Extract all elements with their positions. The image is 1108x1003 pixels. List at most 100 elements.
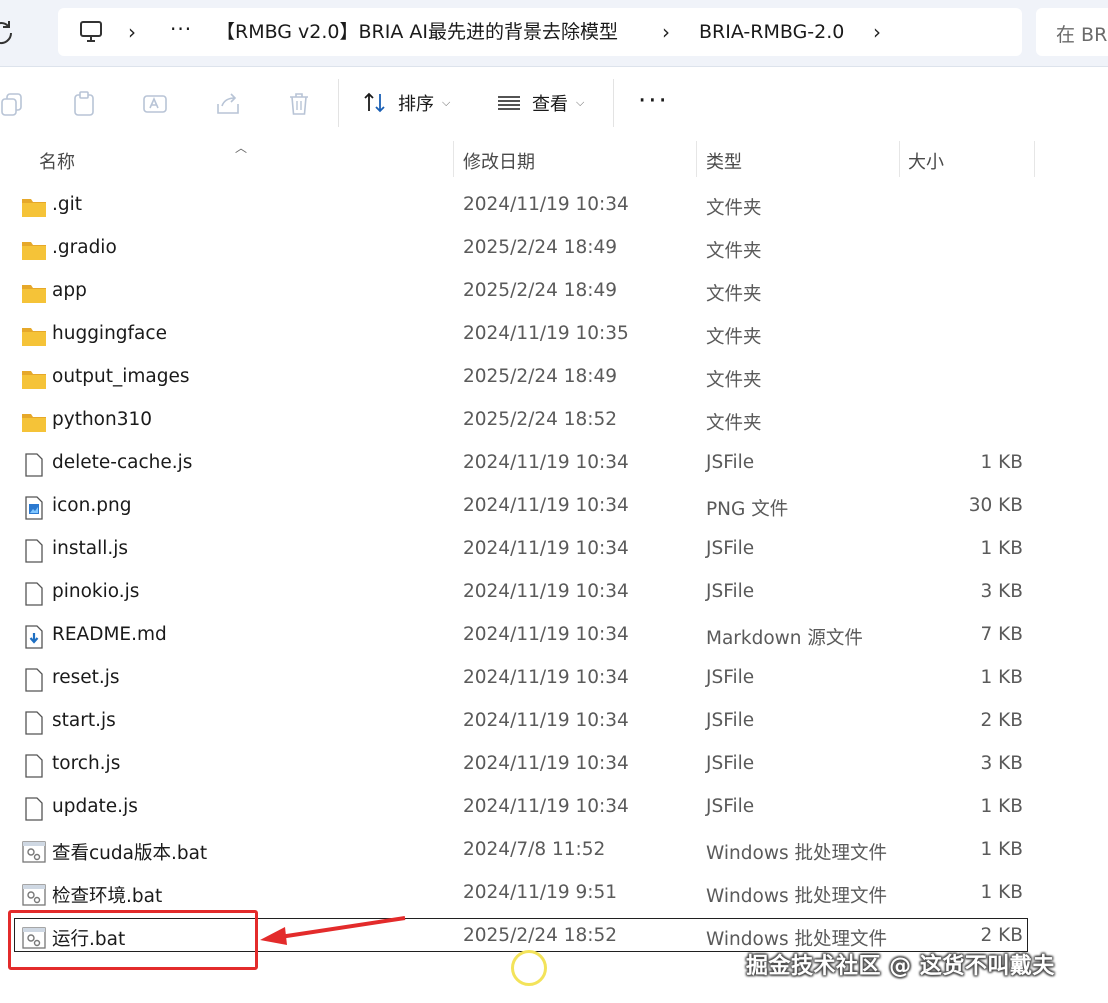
file-modified-date: 2024/11/19 10:34 bbox=[463, 495, 629, 516]
refresh-icon[interactable] bbox=[0, 18, 16, 48]
file-type: Windows 批处理文件 bbox=[706, 843, 887, 864]
file-icon bbox=[21, 797, 47, 821]
copy-icon[interactable] bbox=[0, 90, 28, 118]
column-header-name[interactable]: 名称 bbox=[39, 148, 75, 174]
breadcrumb[interactable]: › ··· 【RMBG v2.0】BRIA AI最先进的背景去除模型 › BRI… bbox=[58, 8, 1022, 56]
file-row[interactable]: app 2025/2/24 18:49 文件夹 bbox=[0, 271, 1108, 314]
file-type: JSFile bbox=[706, 710, 755, 731]
file-icon bbox=[21, 711, 47, 735]
image-file-icon bbox=[21, 496, 47, 520]
markdown-file-icon bbox=[21, 625, 47, 649]
file-name[interactable]: .gradio bbox=[52, 237, 117, 258]
file-name[interactable]: .git bbox=[52, 194, 82, 215]
breadcrumb-item[interactable]: 【RMBG v2.0】BRIA AI最先进的背景去除模型 bbox=[216, 19, 618, 45]
file-row[interactable]: install.js 2024/11/19 10:34 JSFile 1 KB bbox=[0, 529, 1108, 572]
file-row[interactable]: output_images 2025/2/24 18:49 文件夹 bbox=[0, 357, 1108, 400]
breadcrumb-overflow-button[interactable]: ··· bbox=[170, 17, 192, 41]
file-icon bbox=[21, 453, 47, 477]
file-name[interactable]: icon.png bbox=[52, 495, 131, 516]
view-button[interactable]: 查看 ⌵ bbox=[496, 85, 584, 121]
file-row[interactable]: reset.js 2024/11/19 10:34 JSFile 1 KB bbox=[0, 658, 1108, 701]
file-row[interactable]: pinokio.js 2024/11/19 10:34 JSFile 3 KB bbox=[0, 572, 1108, 615]
file-name[interactable]: app bbox=[52, 280, 87, 301]
chevron-right-icon[interactable]: › bbox=[128, 20, 136, 44]
breadcrumb-item-current[interactable]: BRIA-RMBG-2.0 bbox=[699, 19, 844, 45]
file-row[interactable]: python310 2025/2/24 18:52 文件夹 bbox=[0, 400, 1108, 443]
column-divider[interactable] bbox=[899, 141, 900, 177]
file-row[interactable]: delete-cache.js 2024/11/19 10:34 JSFile 1 K… bbox=[0, 443, 1108, 486]
column-divider[interactable] bbox=[696, 141, 697, 177]
file-type: 文件夹 bbox=[706, 327, 762, 348]
file-size: 30 KB bbox=[968, 495, 1023, 516]
file-row[interactable]: torch.js 2024/11/19 10:34 JSFile 3 KB bbox=[0, 744, 1108, 787]
file-size: 1 KB bbox=[980, 538, 1023, 559]
file-name[interactable]: README.md bbox=[52, 624, 167, 645]
file-size: 1 KB bbox=[980, 882, 1023, 903]
sort-ascending-icon: ︿ bbox=[235, 141, 248, 155]
column-divider[interactable] bbox=[453, 141, 454, 177]
file-modified-date: 2024/11/19 10:35 bbox=[463, 323, 629, 344]
file-modified-date: 2024/11/19 10:34 bbox=[463, 194, 629, 215]
file-row[interactable]: 查看cuda版本.bat 2024/7/8 11:52 Windows 批处理文件 1… bbox=[0, 830, 1108, 873]
file-name[interactable]: torch.js bbox=[52, 753, 120, 774]
chevron-right-icon[interactable]: › bbox=[662, 20, 670, 44]
file-type: 文件夹 bbox=[706, 370, 762, 391]
file-row[interactable]: README.md 2024/11/19 10:34 Markdown 源文件 7 K… bbox=[0, 615, 1108, 658]
file-name[interactable]: 查看cuda版本.bat bbox=[52, 839, 207, 865]
file-row[interactable]: start.js 2024/11/19 10:34 JSFile 2 KB bbox=[0, 701, 1108, 744]
file-modified-date: 2024/11/19 10:34 bbox=[463, 710, 629, 731]
annotation-arrow bbox=[260, 916, 406, 945]
file-modified-date: 2024/11/19 10:34 bbox=[463, 538, 629, 559]
file-size: 1 KB bbox=[980, 796, 1023, 817]
file-name[interactable]: delete-cache.js bbox=[52, 452, 192, 473]
column-header-row: ︿ 名称 修改日期 类型 大小 bbox=[0, 139, 1108, 179]
search-input[interactable]: 在 BRI bbox=[1036, 8, 1108, 56]
file-name[interactable]: output_images bbox=[52, 366, 190, 387]
column-header-size[interactable]: 大小 bbox=[908, 148, 944, 174]
file-type: Markdown 源文件 bbox=[706, 628, 863, 649]
highlight-box bbox=[8, 910, 258, 970]
file-name[interactable]: install.js bbox=[52, 538, 128, 559]
file-row[interactable]: update.js 2024/11/19 10:34 JSFile 1 KB bbox=[0, 787, 1108, 830]
file-modified-date: 2025/2/24 18:49 bbox=[463, 280, 618, 301]
file-modified-date: 2024/11/19 10:34 bbox=[463, 581, 629, 602]
file-modified-date: 2024/11/19 9:51 bbox=[463, 882, 618, 903]
delete-icon[interactable] bbox=[285, 90, 313, 118]
file-name[interactable]: update.js bbox=[52, 796, 138, 817]
file-name[interactable]: 检查环境.bat bbox=[52, 882, 162, 908]
file-name[interactable]: pinokio.js bbox=[52, 581, 139, 602]
file-type: 文件夹 bbox=[706, 241, 762, 262]
file-modified-date: 2025/2/24 18:49 bbox=[463, 366, 618, 387]
see-more-button[interactable]: ··· bbox=[638, 88, 669, 114]
paste-icon[interactable] bbox=[70, 90, 98, 118]
toolbar-divider bbox=[613, 79, 614, 127]
file-name[interactable]: python310 bbox=[52, 409, 152, 430]
file-modified-date: 2024/11/19 10:34 bbox=[463, 624, 629, 645]
file-icon bbox=[21, 668, 47, 692]
column-header-date[interactable]: 修改日期 bbox=[463, 148, 535, 174]
file-name[interactable]: start.js bbox=[52, 710, 116, 731]
file-size: 7 KB bbox=[980, 624, 1023, 645]
file-modified-date: 2025/2/24 18:52 bbox=[463, 409, 618, 430]
batch-file-icon bbox=[21, 840, 47, 864]
search-placeholder: 在 BRI bbox=[1056, 24, 1108, 46]
column-divider[interactable] bbox=[1034, 141, 1035, 177]
this-pc-icon[interactable] bbox=[78, 19, 104, 45]
file-name[interactable]: huggingface bbox=[52, 323, 167, 344]
share-icon[interactable] bbox=[214, 90, 242, 118]
file-type: PNG 文件 bbox=[706, 499, 789, 520]
cursor-highlight bbox=[511, 950, 547, 986]
file-row[interactable]: huggingface 2024/11/19 10:35 文件夹 bbox=[0, 314, 1108, 357]
file-row[interactable]: .gradio 2025/2/24 18:49 文件夹 bbox=[0, 228, 1108, 271]
file-row[interactable]: icon.png 2024/11/19 10:34 PNG 文件 30 KB bbox=[0, 486, 1108, 529]
file-row[interactable]: .git 2024/11/19 10:34 文件夹 bbox=[0, 185, 1108, 228]
column-header-type[interactable]: 类型 bbox=[706, 148, 742, 174]
sort-label: 排序 bbox=[398, 94, 434, 115]
sort-icon bbox=[364, 92, 385, 113]
file-modified-date: 2024/11/19 10:34 bbox=[463, 796, 629, 817]
chevron-right-icon[interactable]: › bbox=[873, 20, 881, 44]
file-size: 1 KB bbox=[980, 839, 1023, 860]
rename-icon[interactable] bbox=[141, 90, 169, 118]
file-name[interactable]: reset.js bbox=[52, 667, 120, 688]
sort-button[interactable]: 排序 ⌵ bbox=[362, 85, 450, 121]
